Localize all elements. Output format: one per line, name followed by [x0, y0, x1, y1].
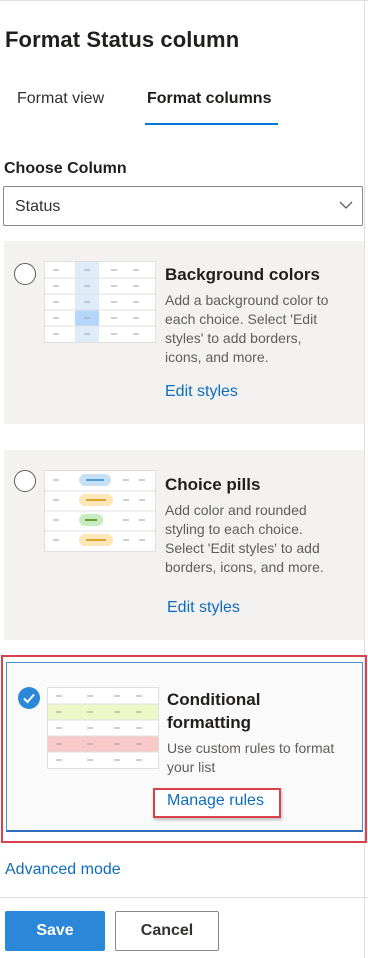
background-colors-edit-styles-link[interactable]: Edit styles: [165, 383, 238, 401]
background-colors-thumbnail: [44, 261, 156, 343]
pills-preview-icon: [45, 474, 155, 546]
cancel-button[interactable]: Cancel: [115, 911, 219, 951]
choice-pills-radio[interactable]: [14, 470, 36, 492]
conditional-formatting-description: Use custom rules to format your list: [167, 740, 335, 775]
tab-format-columns[interactable]: Format columns: [147, 90, 271, 108]
tab-format-view[interactable]: Format view: [17, 90, 104, 108]
conditional-formatting-thumbnail: [47, 687, 159, 769]
panel-title: Format Status column: [5, 27, 240, 52]
background-colors-title: Background colors: [165, 265, 320, 284]
option-background-colors[interactable]: Background colors Add a background color…: [4, 241, 364, 424]
choose-column-label: Choose Column: [4, 160, 127, 177]
manage-rules-link[interactable]: Manage rules: [167, 792, 264, 810]
active-tab-indicator: [145, 123, 278, 125]
choice-pills-edit-styles-link[interactable]: Edit styles: [167, 599, 240, 617]
choose-column-dropdown[interactable]: Status: [3, 186, 363, 226]
choice-pills-description: Add color and rounded styling to each ch…: [165, 502, 324, 575]
choice-pills-title: Choice pills: [165, 475, 261, 494]
dropdown-value: Status: [15, 198, 61, 215]
footer-divider: [0, 897, 368, 898]
save-button[interactable]: Save: [5, 911, 105, 951]
chevron-down-icon: [339, 201, 353, 209]
background-colors-radio[interactable]: [14, 263, 36, 285]
option-choice-pills[interactable]: Choice pills Add color and rounded styli…: [4, 450, 364, 640]
conditional-formatting-title: Conditional formatting: [167, 690, 261, 732]
rules-preview-icon: [48, 695, 158, 761]
background-colors-description: Add a background color to each choice. S…: [165, 292, 329, 365]
table-preview-icon: [45, 262, 155, 342]
top-divider: [0, 0, 368, 1]
advanced-mode-link[interactable]: Advanced mode: [5, 861, 121, 879]
checkmark-circle-icon[interactable]: [18, 687, 40, 709]
choice-pills-thumbnail: [44, 470, 156, 552]
